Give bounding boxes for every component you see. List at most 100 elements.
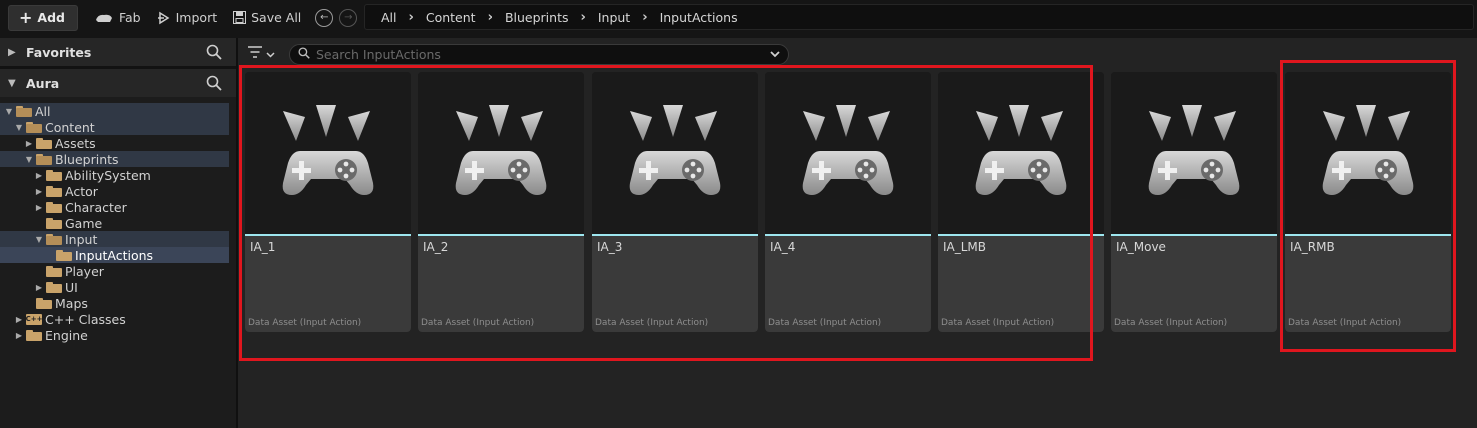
gamepad-icon bbox=[629, 105, 721, 195]
tree-item[interactable]: ▶ Engine bbox=[0, 327, 229, 343]
tree-item[interactable]: ▼ Blueprints bbox=[0, 151, 229, 167]
folder-icon bbox=[26, 121, 42, 133]
breadcrumb-item[interactable]: All bbox=[379, 10, 399, 25]
tree-item-label: Content bbox=[45, 119, 95, 135]
asset-tile[interactable]: IA_2 Data Asset (Input Action) bbox=[418, 72, 584, 332]
chevron-right-icon[interactable]: › bbox=[478, 10, 503, 25]
asset-tile[interactable]: IA_LMB Data Asset (Input Action) bbox=[938, 72, 1104, 332]
gamepad-icon bbox=[1148, 105, 1240, 195]
project-header[interactable]: ▼ Aura bbox=[0, 69, 236, 97]
import-icon bbox=[157, 11, 171, 25]
add-button[interactable]: + Add bbox=[8, 4, 78, 31]
import-button[interactable]: Import bbox=[149, 5, 226, 31]
asset-thumbnail bbox=[765, 72, 931, 234]
breadcrumb-item[interactable]: InputActions bbox=[658, 10, 740, 25]
tree-item-label: Blueprints bbox=[55, 151, 119, 167]
gamepad-icon bbox=[802, 105, 894, 195]
asset-info: IA_4 Data Asset (Input Action) bbox=[765, 236, 931, 332]
asset-name: IA_2 bbox=[423, 240, 449, 254]
asset-tile[interactable]: IA_Move Data Asset (Input Action) bbox=[1111, 72, 1277, 332]
asset-view: IA_1 Data Asset (Input Action) bbox=[238, 38, 1477, 428]
tree-item[interactable]: ▶ C++ C++ Classes bbox=[0, 311, 229, 327]
sources-panel: ▶ Favorites ▼ Aura ▼ All ▼ Content ▶ Assets ▼ B… bbox=[0, 38, 236, 428]
folder-icon bbox=[26, 329, 42, 341]
asset-tile[interactable]: IA_3 Data Asset (Input Action) bbox=[592, 72, 758, 332]
search-box[interactable] bbox=[289, 44, 789, 65]
fab-icon bbox=[94, 12, 114, 24]
favorites-label: Favorites bbox=[26, 44, 92, 60]
caret-right-icon[interactable]: ▶ bbox=[24, 139, 34, 148]
tree-item[interactable]: ▼ Content bbox=[0, 119, 229, 135]
asset-tile[interactable]: IA_4 Data Asset (Input Action) bbox=[765, 72, 931, 332]
folder-icon bbox=[56, 249, 72, 261]
folder-tree: ▼ All ▼ Content ▶ Assets ▼ Blueprints ▶ AbilitySy… bbox=[0, 97, 236, 343]
caret-right-icon[interactable]: ▶ bbox=[34, 203, 44, 212]
breadcrumb-item[interactable]: Content bbox=[424, 10, 478, 25]
asset-tile[interactable]: IA_RMB Data Asset (Input Action) bbox=[1285, 72, 1451, 332]
folder-icon bbox=[46, 169, 62, 181]
search-input[interactable] bbox=[316, 47, 756, 62]
asset-info: IA_RMB Data Asset (Input Action) bbox=[1285, 236, 1451, 332]
chevron-down-icon[interactable] bbox=[770, 48, 780, 61]
asset-thumbnail bbox=[938, 72, 1104, 234]
tree-item-label: AbilitySystem bbox=[65, 167, 151, 183]
tree-item-label: InputActions bbox=[75, 247, 154, 263]
forward-arrow-icon[interactable]: → bbox=[339, 8, 358, 27]
asset-info: IA_1 Data Asset (Input Action) bbox=[245, 236, 411, 332]
search-icon bbox=[298, 47, 310, 62]
tree-item[interactable]: InputActions bbox=[0, 247, 229, 263]
gamepad-icon bbox=[975, 105, 1067, 195]
fab-button[interactable]: Fab bbox=[86, 5, 149, 31]
caret-right-icon[interactable]: ▶ bbox=[14, 331, 24, 340]
tree-item-label: Game bbox=[65, 215, 103, 231]
tree-item[interactable]: ▶ UI bbox=[0, 279, 229, 295]
favorites-header[interactable]: ▶ Favorites bbox=[0, 38, 236, 66]
caret-down-icon[interactable]: ▼ bbox=[14, 123, 24, 132]
search-icon[interactable] bbox=[206, 75, 222, 94]
save-icon bbox=[233, 11, 247, 24]
asset-type: Data Asset (Input Action) bbox=[421, 318, 535, 328]
asset-thumbnail bbox=[592, 72, 758, 234]
tree-item[interactable]: ▶ AbilitySystem bbox=[0, 167, 229, 183]
asset-thumbnail bbox=[1111, 72, 1277, 234]
chevron-right-icon[interactable]: › bbox=[570, 10, 595, 25]
folder-icon bbox=[36, 297, 52, 309]
chevron-right-icon[interactable]: › bbox=[399, 10, 424, 25]
caret-right-icon[interactable]: ▶ bbox=[14, 315, 24, 324]
tree-item[interactable]: ▶ Character bbox=[0, 199, 229, 215]
folder-icon bbox=[46, 217, 62, 229]
caret-down-icon[interactable]: ▼ bbox=[34, 235, 44, 244]
asset-name: IA_1 bbox=[250, 240, 276, 254]
tree-item[interactable]: Maps bbox=[0, 295, 229, 311]
tree-item-label: Input bbox=[65, 231, 98, 247]
asset-thumbnail bbox=[245, 72, 411, 234]
tree-item[interactable]: ▶ Actor bbox=[0, 183, 229, 199]
search-icon[interactable] bbox=[206, 44, 222, 63]
tree-item[interactable]: ▶ Assets bbox=[0, 135, 229, 151]
tree-item[interactable]: Game bbox=[0, 215, 229, 231]
chevron-right-icon[interactable]: › bbox=[632, 10, 657, 25]
gamepad-icon bbox=[455, 105, 547, 195]
back-arrow-icon[interactable]: ← bbox=[315, 8, 334, 27]
gamepad-icon bbox=[1322, 105, 1414, 195]
save-all-button[interactable]: Save All bbox=[225, 5, 309, 31]
caret-right-icon[interactable]: ▶ bbox=[34, 187, 44, 196]
caret-down-icon[interactable]: ▼ bbox=[4, 107, 14, 116]
asset-type: Data Asset (Input Action) bbox=[1288, 318, 1402, 328]
caret-down-icon[interactable]: ▼ bbox=[24, 155, 34, 164]
folder-icon bbox=[46, 233, 62, 245]
folder-icon bbox=[36, 137, 52, 149]
filter-button[interactable] bbox=[248, 46, 275, 61]
tree-item[interactable]: Player bbox=[0, 263, 229, 279]
asset-name: IA_3 bbox=[597, 240, 623, 254]
breadcrumb-item[interactable]: Input bbox=[596, 10, 632, 25]
tree-item[interactable]: ▼ All bbox=[0, 103, 229, 119]
tree-item-label: Actor bbox=[65, 183, 98, 199]
caret-right-icon[interactable]: ▶ bbox=[34, 283, 44, 292]
tree-item[interactable]: ▼ Input bbox=[0, 231, 229, 247]
caret-right-icon[interactable]: ▶ bbox=[34, 171, 44, 180]
tree-item-label: C++ Classes bbox=[45, 311, 126, 327]
breadcrumb-item[interactable]: Blueprints bbox=[503, 10, 571, 25]
asset-tile[interactable]: IA_1 Data Asset (Input Action) bbox=[245, 72, 411, 332]
cpp-folder-icon: C++ bbox=[25, 313, 43, 325]
